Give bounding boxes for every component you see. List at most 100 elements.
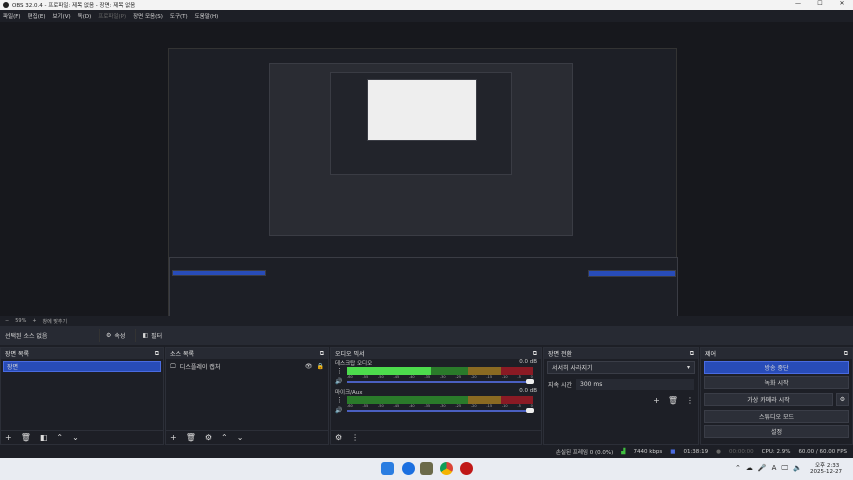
nested-preview-inner [330, 72, 512, 175]
menu-view[interactable]: 보기(V) [52, 12, 70, 20]
zoom-fit-select[interactable]: 창에 맞추기 [43, 318, 68, 325]
zoom-in-button[interactable]: + [32, 318, 36, 324]
speaker-icon[interactable]: 🔊 [335, 378, 342, 385]
app-icon[interactable] [420, 462, 433, 475]
menu-help[interactable]: 도움말(H) [195, 12, 219, 20]
meter-tick: -10 [501, 375, 508, 379]
windows-start-icon[interactable] [381, 462, 394, 475]
move-down-button[interactable]: ⌄ [237, 433, 244, 442]
menu-profile[interactable]: 프로파일(P) [98, 12, 126, 20]
start-virtual-camera-button[interactable]: 가상 카메라 시작 [704, 393, 833, 406]
transition-menu-icon[interactable]: ⋮ [686, 396, 694, 405]
mixer-settings-icon[interactable]: ⚙ [335, 433, 342, 442]
add-scene-button[interactable]: + [5, 433, 12, 442]
volume-meter [347, 367, 533, 375]
volume-slider[interactable] [347, 381, 527, 383]
settings-button[interactable]: 설정 [704, 425, 849, 438]
duration-input[interactable]: 300 ms [576, 379, 694, 390]
undock-icon[interactable]: ⧉ [533, 350, 537, 358]
tray-icons[interactable]: ⌃☁🎤A🖵🔈 [735, 464, 807, 473]
channel-menu-icon[interactable]: ⋮ [336, 367, 343, 375]
chrome-icon[interactable] [440, 462, 453, 475]
gear-icon[interactable]: ⚙ [205, 433, 212, 442]
volume-slider-handle[interactable] [526, 408, 534, 413]
maximize-button[interactable]: ☐ [809, 0, 831, 7]
menu-docks[interactable]: 독(D) [78, 12, 92, 20]
preview-canvas[interactable] [168, 48, 678, 335]
transitions-title: 장면 전환 [548, 351, 572, 358]
move-down-button[interactable]: ⌄ [72, 433, 79, 442]
meter-tick: -15 [486, 404, 493, 408]
filter-icon[interactable]: ◧ [40, 433, 48, 442]
move-up-button[interactable]: ⌃ [221, 433, 228, 442]
nested-preview-innermost [367, 79, 477, 141]
menu-edit[interactable]: 편집(E) [28, 12, 46, 20]
virtual-camera-settings-icon[interactable]: ⚙ [836, 393, 849, 406]
volume-slider[interactable] [347, 410, 527, 412]
add-transition-button[interactable]: + [653, 396, 660, 405]
meter-tick: -55 [362, 375, 369, 379]
trash-icon[interactable]: 🗑 [668, 396, 678, 405]
transition-select[interactable]: 서서히 사라지기 ▾ [547, 361, 695, 374]
meter-tick: -25 [455, 375, 462, 379]
menu-file[interactable]: 파일(F) [3, 12, 21, 20]
zoom-out-button[interactable]: − [5, 318, 9, 324]
sources-dock: 소스 목록 ⧉ 🖵 디스플레이 캡처 👁 🔒 + 🗑 ⚙ ⌃ ⌄ [165, 347, 329, 445]
obs-taskbar-icon[interactable] [460, 462, 473, 475]
app-icon[interactable] [402, 462, 415, 475]
channel-name: 마이크/Aux [335, 390, 363, 396]
undock-icon[interactable]: ⧉ [155, 350, 159, 358]
start-recording-button[interactable]: 녹화 시작 [704, 376, 849, 389]
channel-menu-icon[interactable]: ⋮ [336, 396, 343, 404]
menu-scene-collection[interactable]: 장면 모음(S) [133, 12, 163, 20]
meter-tick: -15 [486, 375, 493, 379]
stream-icon: ■ [670, 448, 676, 455]
trash-icon[interactable]: 🗑 [186, 433, 196, 442]
move-up-button[interactable]: ⌃ [56, 433, 63, 442]
bitrate: 7440 kbps [633, 448, 663, 455]
record-icon: ● [716, 448, 721, 455]
menu-tools[interactable]: 도구(T) [170, 12, 188, 20]
eye-icon[interactable]: 👁 [305, 363, 313, 370]
audio-mixer-dock: 오디오 믹서 ⧉ 데스크탑 오디오 0.0 dB ⋮ -60 -55 -50 -45 -40… [330, 347, 542, 445]
scene-item[interactable]: 장면 [3, 361, 161, 372]
undock-icon[interactable]: ⧉ [690, 350, 694, 358]
dropped-frames: 손실된 프레임 0 (0.0%) [555, 449, 614, 456]
mixer-channel-mic: 마이크/Aux 0.0 dB ⋮ -60 -55 -50 -45 -40 -35 -30 -25… [335, 388, 537, 414]
close-button[interactable]: ✕ [831, 0, 853, 7]
properties-button[interactable]: ⚙ 속성 [99, 329, 131, 342]
meter-tick: -60 [347, 404, 353, 408]
speaker-icon[interactable]: 🔊 [335, 407, 342, 414]
window-title: OBS 32.0.4 - 프로파일: 제목 없음 - 장면: 제목 없음 [12, 3, 136, 9]
add-source-button[interactable]: + [170, 433, 177, 442]
minimize-button[interactable]: — [787, 0, 809, 7]
controls-title: 제어 [705, 351, 717, 358]
scenes-title: 장면 목록 [5, 351, 29, 358]
lock-icon[interactable]: 🔒 [317, 363, 324, 370]
controls-dock: 제어 ⧉ 방송 중단 녹화 시작 가상 카메라 시작 ⚙ 스튜디오 모드 설정 [700, 347, 853, 445]
preview-area[interactable] [0, 22, 853, 335]
meter-tick: -20 [470, 375, 477, 379]
undock-icon[interactable]: ⧉ [844, 350, 848, 358]
stop-streaming-button[interactable]: 방송 중단 [704, 361, 849, 374]
meter-tick: -10 [501, 404, 508, 408]
clock-date[interactable]: 2025-12-27 [810, 469, 842, 475]
taskbar: ⌃☁🎤A🖵🔈 오후 2:33 2025-12-27 [0, 458, 853, 480]
mixer-channel-desktop: 데스크탑 오디오 0.0 dB ⋮ -60 -55 -50 -45 -40 -35 -30 -2… [335, 359, 537, 385]
volume-slider-handle[interactable] [526, 379, 534, 384]
undock-icon[interactable]: ⧉ [320, 350, 324, 358]
transitions-dock: 장면 전환 ⧉ 서서히 사라지기 ▾ 지속 시간 300 ms + 🗑 ⋮ [543, 347, 699, 445]
monitor-icon: 🖵 [170, 362, 176, 370]
signal-icon: ▟ [621, 448, 626, 455]
meter-tick: -30 [439, 404, 446, 408]
meter-tick: -50 [377, 404, 384, 408]
mixer-menu-icon[interactable]: ⋮ [351, 433, 359, 442]
clock-time[interactable]: 오후 2:33 [815, 461, 839, 469]
status-bar: 손실된 프레임 0 (0.0%) ▟ 7440 kbps ■ 01:38:19 … [0, 445, 853, 458]
trash-icon[interactable]: 🗑 [21, 433, 31, 442]
filters-button[interactable]: ◧ 필터 [135, 329, 168, 342]
studio-mode-button[interactable]: 스튜디오 모드 [704, 410, 849, 423]
source-item[interactable]: 🖵 디스플레이 캡처 👁 🔒 [166, 359, 328, 374]
zoom-bar: − 59% + 창에 맞추기 [0, 316, 853, 326]
cpu-usage: CPU: 2.9% [761, 448, 791, 455]
